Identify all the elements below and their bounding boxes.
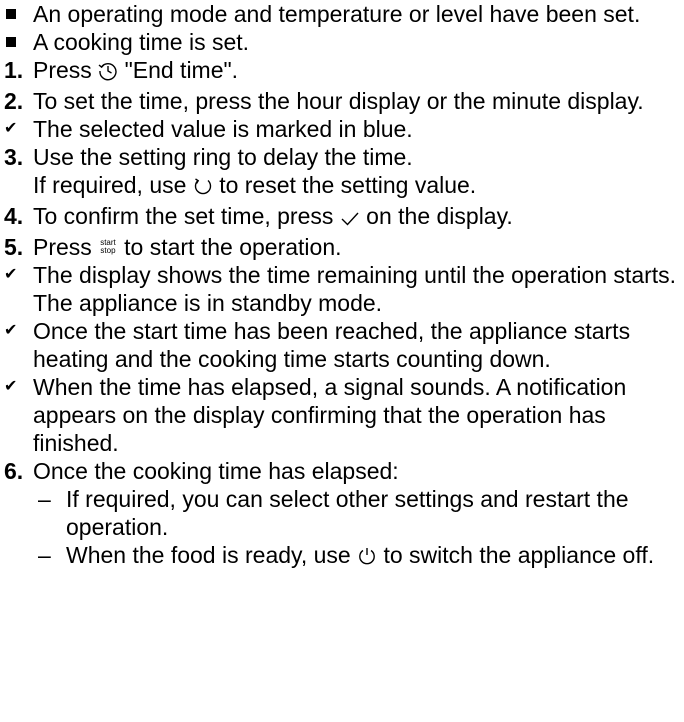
result-2: ✔ The display shows the time remaining u… bbox=[4, 262, 677, 316]
step-number: 6. bbox=[4, 458, 24, 484]
precondition-text: An operating mode and temperature or lev… bbox=[33, 1, 641, 27]
step-number: 3. bbox=[4, 144, 24, 170]
clock-icon bbox=[98, 59, 118, 87]
precondition-item: A cooking time is set. bbox=[0, 28, 684, 56]
result-4: ✔ When the time has elapsed, a signal so… bbox=[4, 374, 627, 456]
result-3: ✔ Once the start time has been reached, … bbox=[4, 318, 631, 372]
bullet-square bbox=[4, 0, 30, 28]
instruction-page: An operating mode and temperature or lev… bbox=[0, 0, 684, 722]
bullet-square bbox=[4, 28, 30, 56]
dash-marker: – bbox=[38, 486, 51, 512]
step-6: 6. Once the cooking time has elapsed: bbox=[4, 458, 399, 484]
step-5: 5. Press start stop to start the operatio… bbox=[4, 234, 342, 260]
precondition-item: An operating mode and temperature or lev… bbox=[0, 0, 684, 28]
reset-icon bbox=[193, 174, 213, 202]
step-number: 1. bbox=[4, 57, 24, 83]
sub-item: – When the food is ready, use to switch … bbox=[0, 541, 684, 572]
checkmark-icon bbox=[340, 205, 360, 233]
step-3: 3. Use the setting ring to delay the tim… bbox=[0, 143, 684, 202]
checkmark-icon: ✔ bbox=[4, 322, 18, 339]
precondition-text: A cooking time is set. bbox=[33, 29, 250, 55]
step-4: 4. To confirm the set time, press on the… bbox=[0, 202, 684, 233]
start-stop-icon: start stop bbox=[100, 238, 116, 255]
dash-marker: – bbox=[38, 542, 51, 568]
power-icon bbox=[357, 544, 377, 572]
result-1: ✔ The selected value is marked in blue. bbox=[4, 116, 413, 142]
checkmark-icon: ✔ bbox=[4, 378, 18, 395]
step-number: 5. bbox=[4, 234, 24, 260]
step-2: 2. To set the time, press the hour displ… bbox=[4, 88, 644, 114]
checkmark-icon: ✔ bbox=[4, 120, 18, 137]
sub-item: – If required, you can select other sett… bbox=[38, 486, 629, 540]
step-1: 1. Press "End time". bbox=[0, 56, 684, 87]
checkmark-icon: ✔ bbox=[4, 266, 18, 283]
step-number: 2. bbox=[4, 88, 24, 114]
step-number: 4. bbox=[4, 203, 24, 229]
